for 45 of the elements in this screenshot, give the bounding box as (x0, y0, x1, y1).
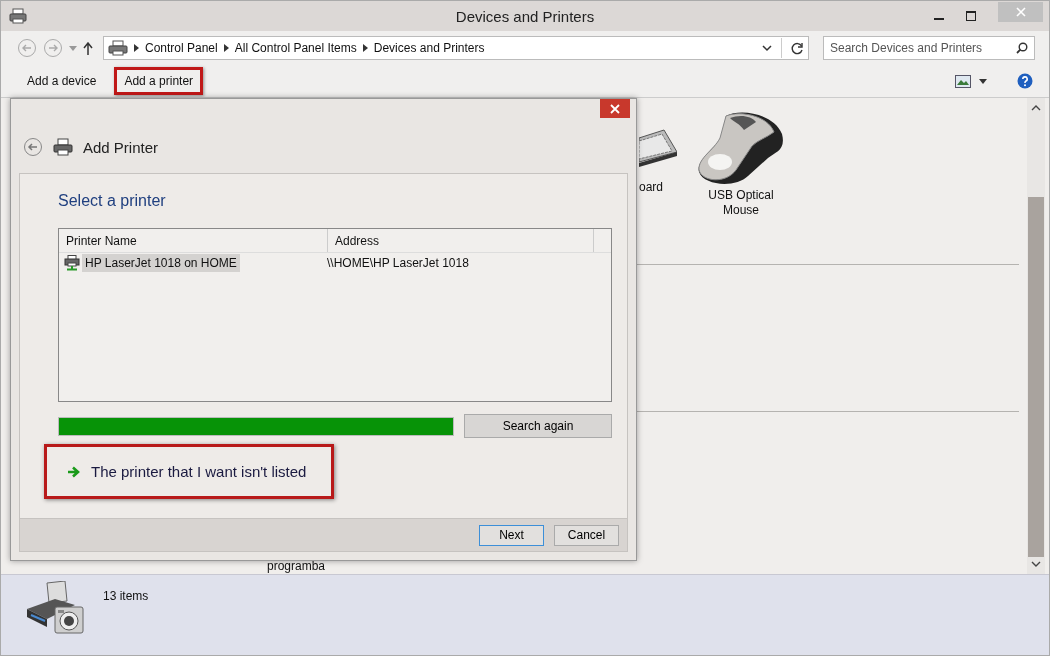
close-icon (1015, 7, 1026, 17)
chevron-icon (223, 44, 229, 52)
caret-icon[interactable] (979, 78, 987, 84)
network-printer-icon (64, 255, 80, 271)
device-label: programba (267, 560, 326, 573)
breadcrumb[interactable]: Devices and Printers (373, 41, 485, 55)
toolbar-button[interactable]: Add a device (17, 67, 107, 95)
close-icon (610, 103, 620, 114)
close-button[interactable] (600, 99, 630, 118)
column-header[interactable]: Address (328, 229, 594, 252)
view-icon[interactable] (955, 74, 971, 88)
link[interactable]: The printer that I want isn't listed (91, 463, 307, 480)
printer-icon (53, 138, 73, 156)
help-icon[interactable] (1017, 73, 1033, 89)
search-field[interactable]: Search Devices and Printers (823, 36, 1035, 60)
device-label: oard (639, 180, 664, 195)
device-label: USB Optical Mouse (707, 188, 775, 218)
up-arrow-icon[interactable] (83, 41, 93, 55)
chevron-icon (362, 44, 368, 52)
dropdown-icon[interactable] (762, 44, 772, 52)
breadcrumb[interactable]: All Control Panel Items (234, 41, 357, 55)
table-cell-text: \\HOME\HP LaserJet 1018 (326, 256, 469, 270)
scroll-down-icon[interactable] (1031, 561, 1041, 568)
dialog-title: Add Printer (83, 138, 159, 156)
breadcrumb[interactable]: Control Panel (145, 41, 218, 55)
dialog-button[interactable]: Cancel (554, 524, 619, 546)
item-count: 13 items (103, 589, 149, 603)
column-header[interactable]: Printer Name (59, 229, 328, 252)
search-again-button[interactable]: Search again (464, 414, 612, 438)
refresh-icon[interactable] (791, 41, 804, 55)
toolbar-button[interactable]: Add a printer (114, 67, 204, 95)
back-icon[interactable] (23, 137, 43, 157)
dialog-button[interactable]: Next (479, 524, 544, 546)
search-icon (1016, 42, 1028, 54)
window-title: Devices and Printers (454, 7, 596, 25)
arrow-icon (67, 465, 81, 478)
printer-icon (9, 8, 27, 24)
scrollbar[interactable] (1027, 98, 1045, 574)
scroll-up-icon[interactable] (1031, 104, 1041, 111)
printer-icon (108, 40, 128, 56)
dialog-heading: Select a printer (58, 192, 167, 210)
maximize-icon[interactable] (966, 11, 976, 21)
mouse-icon[interactable] (696, 110, 786, 186)
address-bar[interactable]: Control Panel All Control Panel Items Devices and Printers (103, 36, 809, 60)
chevron-icon (134, 44, 139, 52)
